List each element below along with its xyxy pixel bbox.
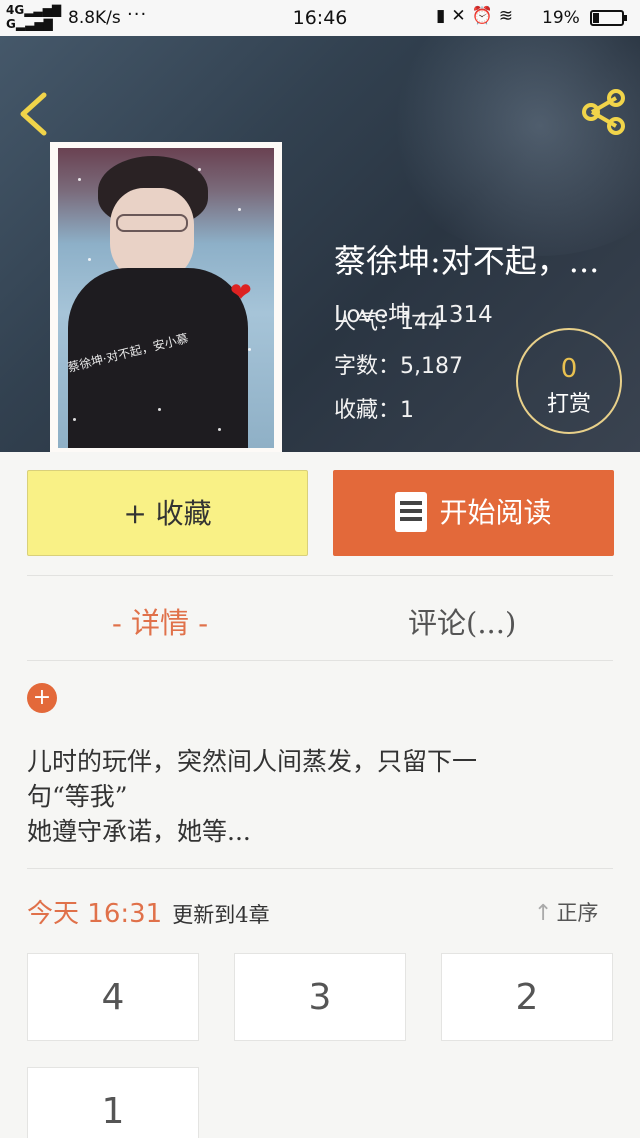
back-chevron-icon[interactable] bbox=[18, 92, 48, 136]
battery-saver-icon: ▮ bbox=[436, 6, 452, 26]
status-bar: 4G▂▃▅▇ G▂▃▅▇ 8.8K/s ··· 16:46 ▮✕⏰≋ 19% bbox=[0, 0, 640, 36]
expand-description-button[interactable]: + bbox=[27, 683, 57, 713]
update-chapters: 更新到4章 bbox=[172, 903, 270, 927]
book-icon bbox=[395, 491, 428, 532]
book-header: ❤ 蔡徐坤·对不起，安小慕 蔡徐坤:对不起，... Love坤—1314 人气：… bbox=[0, 36, 640, 452]
popularity-stat: 人气：144 bbox=[334, 310, 443, 335]
divider bbox=[27, 575, 613, 576]
battery-percent: 19% bbox=[542, 8, 580, 28]
start-reading-button[interactable]: 开始阅读 bbox=[333, 470, 614, 556]
heart-icon: ❤ bbox=[230, 278, 252, 308]
divider bbox=[27, 660, 613, 661]
alarm-icon: ⏰ bbox=[471, 6, 499, 26]
add-to-favorites-button[interactable]: + 收藏 bbox=[27, 470, 308, 556]
wifi-icon: ≋ bbox=[498, 6, 520, 26]
sort-order-toggle[interactable]: ↑ 正序 bbox=[534, 897, 598, 927]
cover-image: ❤ 蔡徐坤·对不起，安小慕 bbox=[58, 148, 274, 448]
book-detail-screen: 4G▂▃▅▇ G▂▃▅▇ 8.8K/s ··· 16:46 ▮✕⏰≋ 19% ❤… bbox=[0, 0, 640, 1138]
favorites-stat: 收藏：1 bbox=[334, 398, 415, 423]
tab-detail[interactable]: - 详情 - bbox=[112, 600, 208, 642]
chapter-item[interactable]: 4 bbox=[27, 953, 199, 1041]
book-description: 儿时的玩伴，突然间人间蒸发，只留下一 句“等我” 她遵守承诺，她等... bbox=[27, 747, 478, 846]
battery-icon bbox=[590, 10, 627, 26]
book-title: 蔡徐坤:对不起，... bbox=[334, 242, 600, 280]
update-time: 16:31 bbox=[87, 899, 163, 929]
mute-icon: ✕ bbox=[451, 6, 472, 26]
book-cover: ❤ 蔡徐坤·对不起，安小慕 bbox=[50, 142, 282, 452]
update-info: 今天 16:31 更新到4章 bbox=[27, 893, 270, 930]
arrow-up-icon: ↑ bbox=[534, 901, 553, 926]
start-reading-label: 开始阅读 bbox=[439, 496, 552, 529]
chapter-item[interactable]: 2 bbox=[441, 953, 613, 1041]
tip-button[interactable]: 0 打赏 bbox=[516, 328, 622, 434]
tip-label: 打赏 bbox=[546, 392, 591, 417]
divider bbox=[27, 868, 613, 869]
tip-count: 0 bbox=[560, 354, 578, 384]
chapter-item[interactable]: 3 bbox=[234, 953, 406, 1041]
tab-comments[interactable]: 评论(...) bbox=[408, 600, 516, 642]
status-icons: ▮✕⏰≋ bbox=[436, 6, 519, 26]
share-icon[interactable] bbox=[580, 88, 628, 136]
update-day: 今天 bbox=[27, 899, 80, 929]
chapter-item[interactable]: 1 bbox=[27, 1067, 199, 1138]
word-count-stat: 字数：5,187 bbox=[334, 354, 463, 379]
